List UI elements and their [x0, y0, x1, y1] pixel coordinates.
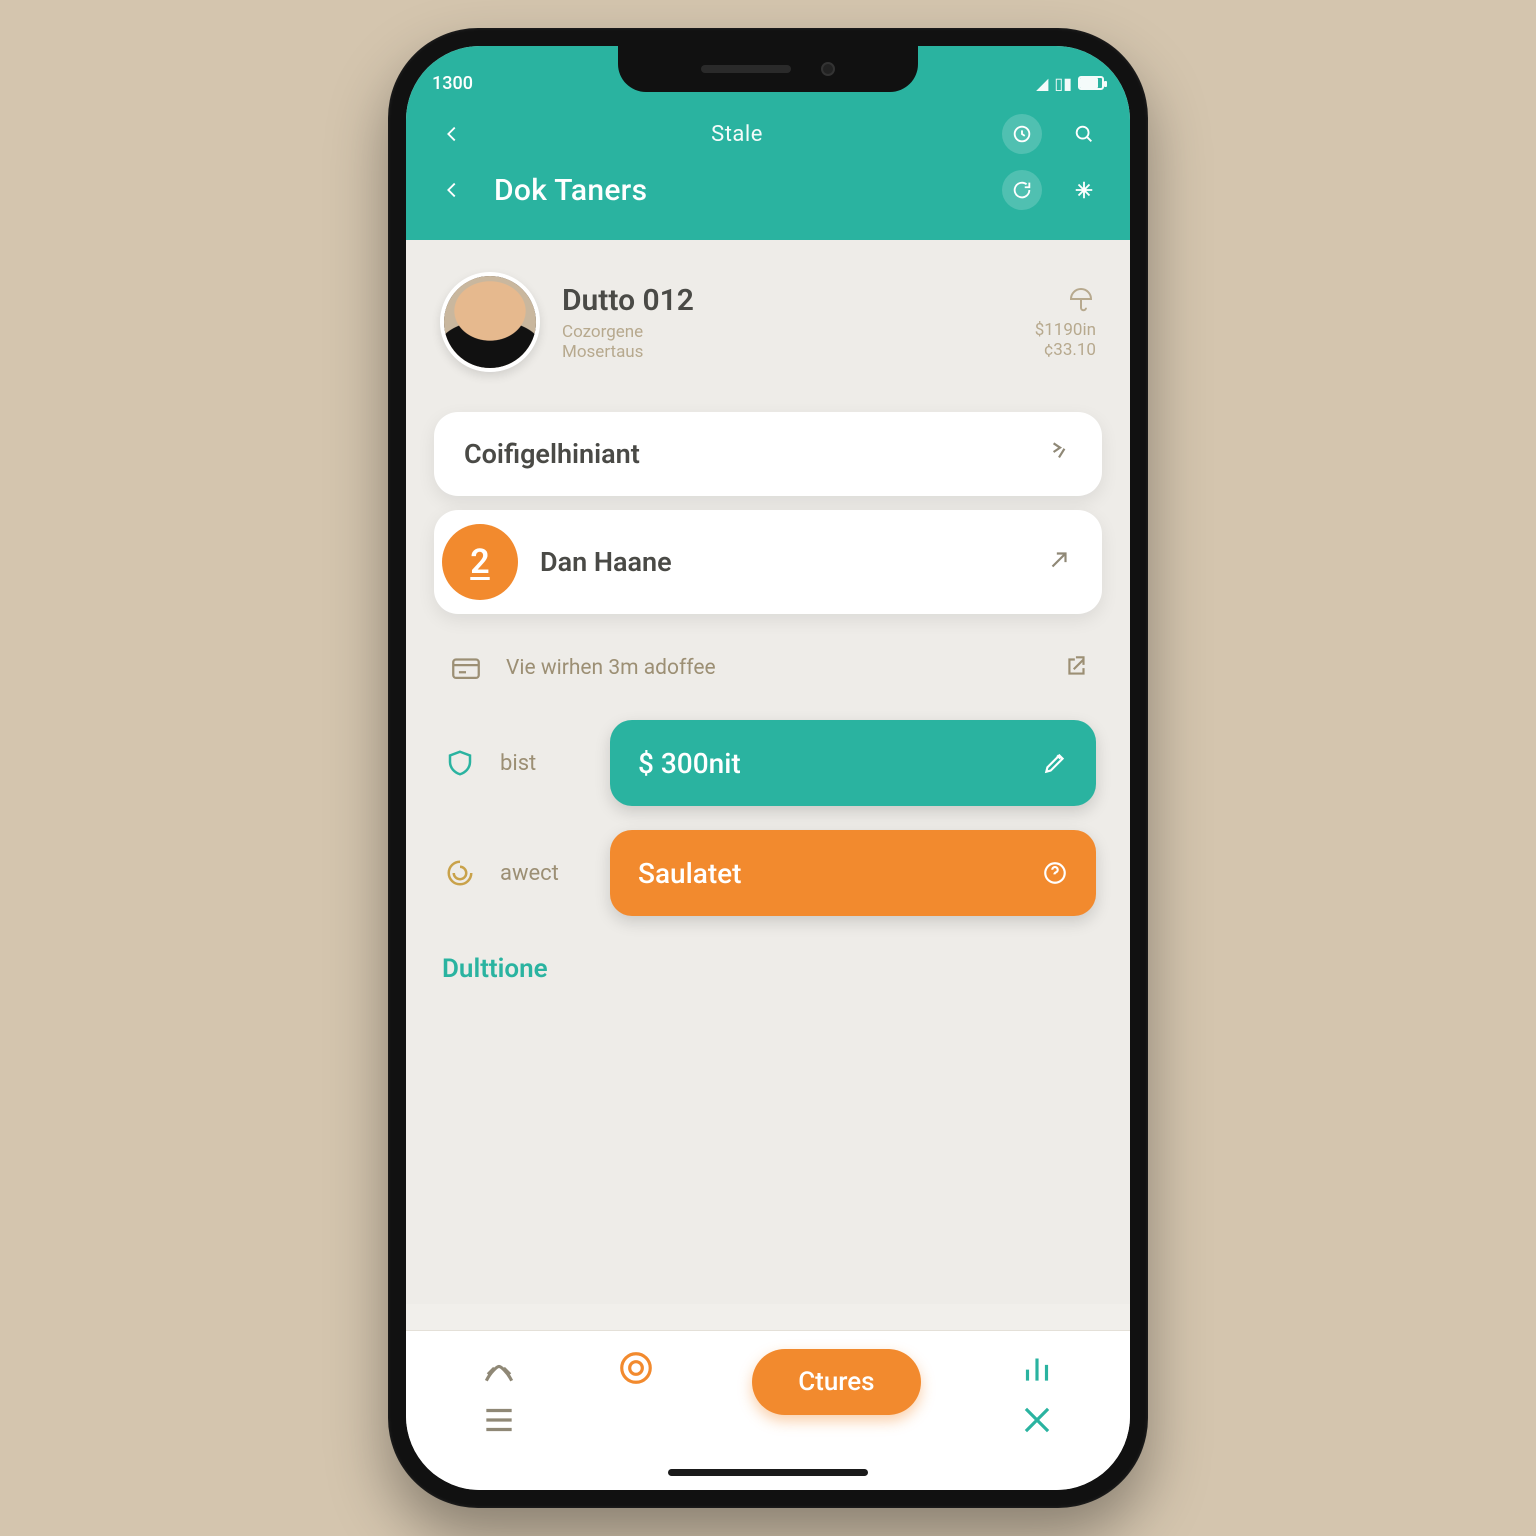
card-config[interactable]: Coifigelhiniant: [434, 412, 1102, 496]
nav-target-icon[interactable]: [617, 1349, 655, 1387]
search-icon[interactable]: [1064, 114, 1104, 154]
arrow-icon: [1046, 547, 1072, 577]
header-action-icon[interactable]: [1002, 114, 1042, 154]
nav-home-icon[interactable]: [480, 1349, 518, 1387]
nav-ctures-button[interactable]: Ctures: [752, 1349, 920, 1415]
status-time: 1300: [432, 73, 473, 94]
avatar: [440, 272, 540, 372]
card-icon: [446, 648, 486, 688]
notch: [618, 46, 918, 92]
info-row[interactable]: Vie wirhen 3m adoffee: [406, 628, 1130, 708]
card-label: Coifigelhiniant: [464, 438, 1024, 470]
phone-frame: 1300 ◢▯▮ Stale: [388, 28, 1148, 1508]
action-row-bist: bist $ 300nit: [406, 708, 1130, 818]
profile-amount1: $1190in: [1035, 320, 1096, 340]
profile-name: Dutto 012: [562, 283, 1013, 318]
profile-amount2: ¢33.10: [1035, 340, 1096, 360]
nav-close-icon[interactable]: [1018, 1401, 1056, 1439]
status-indicators: ◢▯▮: [1036, 74, 1104, 93]
card-dan[interactable]: 2 Dan Haane: [434, 510, 1102, 614]
bottom-nav: Ctures: [406, 1330, 1130, 1490]
help-icon: [1042, 860, 1068, 886]
amount-button[interactable]: $ 300nit: [610, 720, 1096, 806]
back-icon[interactable]: [432, 114, 472, 154]
shield-icon: [440, 743, 480, 783]
content-area: Dutto 012 Cozorgene Mosertaus $1190in ¢3…: [406, 240, 1130, 1304]
home-indicator[interactable]: [668, 1469, 868, 1476]
button-text: Saulatet: [638, 857, 742, 890]
swirl-icon: [440, 853, 480, 893]
header-title: Dok Taners: [494, 173, 980, 208]
saulatet-button[interactable]: Saulatet: [610, 830, 1096, 916]
header-subtitle: Stale: [494, 122, 980, 147]
external-icon: [1064, 653, 1090, 683]
section-title: Dulttione: [406, 928, 1130, 984]
action-label: bist: [500, 751, 590, 776]
refresh-icon[interactable]: [1002, 170, 1042, 210]
nav-list-icon[interactable]: [480, 1401, 518, 1439]
screen: 1300 ◢▯▮ Stale: [406, 46, 1130, 1490]
info-text: Vie wirhen 3m adoffee: [506, 656, 1044, 680]
profile-sub2: Mosertaus: [562, 342, 1013, 362]
action-row-awect: awect Saulatet: [406, 818, 1130, 928]
card-label: Dan Haane: [540, 546, 1024, 578]
chevron-icon: [1046, 439, 1072, 469]
nav-stats-icon[interactable]: [1018, 1349, 1056, 1387]
badge-count: 2: [442, 524, 518, 600]
back-secondary-icon[interactable]: [432, 170, 472, 210]
sparkle-icon[interactable]: [1064, 170, 1104, 210]
profile-row[interactable]: Dutto 012 Cozorgene Mosertaus $1190in ¢3…: [406, 240, 1130, 398]
profile-sub1: Cozorgene: [562, 322, 1013, 342]
action-label: awect: [500, 861, 590, 886]
edit-icon: [1042, 750, 1068, 776]
umbrella-icon: [1066, 284, 1096, 314]
amount-text: $ 300nit: [638, 747, 741, 780]
